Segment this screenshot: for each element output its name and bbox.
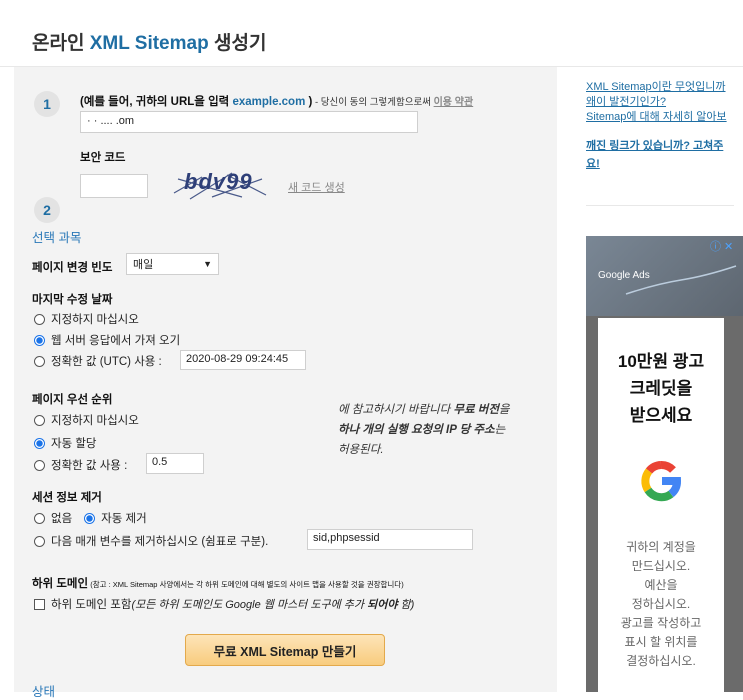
ad-headline-l2: 크레딧을 — [629, 379, 693, 398]
ad-headline: 10만원 광고 크레딧을 받으세요 — [598, 348, 724, 429]
free-version-note: 에 참고하시기 바랍니다 무료 버전을 하나 개의 실행 요청의 IP 당 주소… — [338, 400, 548, 460]
session-opt1-label[interactable]: 없음 — [51, 510, 72, 526]
captcha-image: bdv99 — [172, 169, 268, 201]
priority-opt3-label: 정확한 값 사용 : — [51, 460, 128, 472]
chevron-down-icon: ▼ — [203, 259, 212, 269]
priority-exact-input[interactable]: 0.5 — [146, 453, 204, 474]
url-label-consent: - 당신이 동의 그렇게함으로써 — [312, 97, 434, 108]
captcha-text: bdv99 — [184, 169, 253, 194]
priority-option-auto[interactable]: 자동 할당 — [34, 435, 97, 451]
session-params-input[interactable]: sid,phpsessid — [307, 529, 473, 550]
new-code-link[interactable]: 새 코드 생성 — [288, 179, 345, 195]
ad-body-l1: 귀하의 계정을 — [626, 540, 696, 554]
priority-option-none[interactable]: 지정하지 마십시오 — [34, 412, 139, 428]
note-l1-pre: 에 참고하시기 바랍니다 — [338, 404, 454, 416]
subdomain-note-post: 함) — [397, 599, 415, 611]
subdomain-heading-text: 하위 도메인 — [32, 578, 89, 590]
radio-selected-icon[interactable] — [84, 512, 96, 524]
ad-headline-l3: 받으세요 — [629, 406, 693, 425]
adchoices-icon[interactable]: ⓘ ✕ — [710, 238, 733, 254]
lastmod-opt1-label: 지정하지 마십시오 — [51, 314, 139, 326]
sidebar-link-why[interactable]: 왜이 발전기인가? — [586, 95, 743, 110]
radio-icon[interactable] — [34, 313, 45, 325]
title-suffix: 생성기 — [208, 33, 267, 54]
ad-body-l4: 정하십시오. — [631, 597, 691, 611]
step-1-badge: 1 — [34, 91, 60, 117]
ad-card: 10만원 광고 크레딧을 받으세요 귀하의 계정을 만드십시오. 예산을 정하십… — [598, 318, 724, 692]
priority-heading: 페이지 우선 순위 — [32, 394, 113, 406]
ad-body: 귀하의 계정을 만드십시오. 예산을 정하십시오. 광고를 작성하고 표시 할 … — [598, 538, 724, 671]
priority-option-exact[interactable]: 정확한 값 사용 : — [34, 457, 127, 473]
google-ads-banner[interactable]: Google Ads ⓘ ✕ 10만원 광고 크레딧을 받으세요 귀하의 계정을… — [586, 236, 743, 692]
ad-brand: Google Ads — [598, 270, 650, 281]
ad-body-l6: 표시 할 위치를 — [624, 635, 698, 649]
note-l3: 허용된다. — [338, 444, 384, 456]
sidebar-link-broken-links-cont[interactable]: 요! — [586, 155, 743, 173]
priority-opt2-label: 자동 할당 — [51, 438, 97, 450]
freq-select-value: 매일 — [133, 259, 154, 271]
lastmod-option-none[interactable]: 지정하지 마십시오 — [34, 311, 139, 327]
ad-headline-l1: 10만원 광고 — [617, 352, 705, 371]
session-opt2-label[interactable]: 자동 제거 — [101, 510, 147, 526]
captcha-label: 보안 코드 — [80, 152, 126, 164]
note-l2-bold: 하나 개의 실행 요청의 IP 당 주소 — [338, 424, 495, 436]
sidebar-link-what-is[interactable]: XML Sitemap이란 무엇입니까 — [586, 80, 743, 95]
url-label-example: example.com — [232, 96, 306, 108]
priority-opt1-label: 지정하지 마십시오 — [51, 415, 139, 427]
subdomain-note-pre: (모든 하위 도메인도 Google 웹 마스터 도구에 추가 — [131, 599, 368, 611]
subdomain-heading: 하위 도메인 (참고 : XML Sitemap 사양에서는 각 하위 도메인에… — [32, 575, 404, 591]
terms-link[interactable]: 이용 약관 — [434, 97, 474, 108]
radio-icon[interactable] — [34, 459, 45, 471]
status-heading: 상태 — [32, 685, 56, 699]
checkbox-icon[interactable] — [34, 598, 45, 610]
session-option-row: 없음 자동 제거 — [34, 510, 147, 526]
freq-select[interactable]: 매일 ▼ — [126, 253, 219, 275]
subdomain-checkbox-row[interactable]: 하위 도메인 포함 (모든 하위 도메인도 Google 웹 마스터 도구에 추… — [34, 596, 414, 612]
sidebar-link-learn-more[interactable]: Sitemap에 대해 자세히 알아보 — [586, 110, 743, 125]
page-title: 온라인 XML Sitemap 생성기 — [32, 28, 266, 55]
sitemap-form: 1 (예를 들어, 귀하의 URL을 입력 example.com ) - 당신… — [14, 67, 557, 699]
radio-selected-icon[interactable] — [34, 334, 45, 346]
step-2-badge: 2 — [34, 197, 60, 223]
session-heading: 세션 정보 제거 — [32, 492, 102, 504]
ad-body-l3: 예산을 — [644, 578, 678, 592]
url-label-text: (예를 들어, 귀하의 URL을 입력 — [80, 96, 233, 108]
subdomain-note-bold: 되어야 — [367, 599, 398, 611]
url-field-label: (예를 들어, 귀하의 URL을 입력 example.com ) - 당신이 … — [80, 93, 473, 109]
subdomain-heading-note: (참고 : XML Sitemap 사양에서는 각 하위 도메인에 대해 별도의… — [88, 580, 404, 589]
note-l1-post: 을 — [498, 404, 510, 416]
subdomain-check-label: 하위 도메인 포함 — [51, 599, 132, 611]
lastmod-option-exact[interactable]: 정확한 값 (UTC) 사용 : — [34, 353, 162, 369]
sidebar-divider — [586, 205, 734, 206]
session-option-custom[interactable]: 다음 매개 변수를 제거하십시오 (쉼표로 구분). — [34, 533, 268, 549]
options-heading: 선택 과목 — [32, 231, 82, 245]
note-l2-post: 는 — [494, 424, 506, 436]
lastmod-opt2-label: 웹 서버 응답에서 가져 오기 — [51, 335, 181, 347]
ad-body-l7: 결정하십시오. — [626, 654, 696, 668]
captcha-input[interactable] — [80, 174, 148, 198]
google-g-logo-icon — [638, 458, 684, 509]
radio-icon[interactable] — [34, 355, 45, 367]
lastmod-option-server[interactable]: 웹 서버 응답에서 가져 오기 — [34, 332, 180, 348]
lastmod-heading: 마지막 수정 날짜 — [32, 294, 113, 306]
sidebar-link-broken-links[interactable]: 깨진 링크가 있습니까? 고쳐주 — [586, 137, 743, 155]
ad-body-l2: 만드십시오. — [631, 559, 691, 573]
radio-icon[interactable] — [34, 512, 45, 524]
subdomain-check-note: (모든 하위 도메인도 Google 웹 마스터 도구에 추가 되어야 함) — [131, 596, 414, 612]
freq-label: 페이지 변경 빈도 — [32, 262, 113, 274]
radio-selected-icon[interactable] — [34, 437, 45, 449]
ad-body-l5: 광고를 작성하고 — [620, 616, 702, 630]
lastmod-exact-input[interactable]: 2020-08-29 09:24:45 — [180, 350, 306, 370]
title-accent: XML Sitemap — [89, 33, 209, 54]
title-prefix: 온라인 — [32, 33, 90, 54]
lastmod-opt3-label: 정확한 값 (UTC) 사용 : — [51, 356, 162, 368]
radio-icon[interactable] — [34, 414, 45, 426]
note-l1-bold: 무료 버전 — [453, 404, 499, 416]
sidebar-links: XML Sitemap이란 무엇입니까 왜이 발전기인가? Sitemap에 대… — [586, 80, 743, 173]
session-opt3-label: 다음 매개 변수를 제거하십시오 (쉼표로 구분). — [51, 536, 269, 548]
radio-icon[interactable] — [34, 535, 45, 547]
url-input[interactable]: · · .... .om — [80, 111, 418, 133]
create-sitemap-button[interactable]: 무료 XML Sitemap 만들기 — [185, 634, 385, 666]
